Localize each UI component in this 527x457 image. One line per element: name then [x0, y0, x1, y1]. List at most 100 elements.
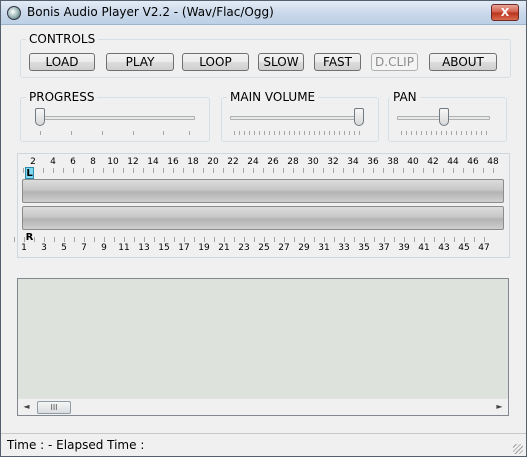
scale-tick	[273, 168, 274, 173]
scale-label: 32	[327, 157, 339, 167]
scale-label: 30	[307, 157, 319, 167]
dclip-button[interactable]: D.CLIP	[371, 53, 418, 71]
scale-label: 12	[127, 157, 139, 167]
horizontal-scrollbar[interactable]: ◄ III ►	[18, 398, 508, 415]
scale-tick	[413, 168, 414, 173]
scale-label: 19	[198, 243, 210, 253]
scale-tick	[64, 237, 65, 242]
pan-slider-thumb[interactable]	[439, 108, 449, 126]
slider-tick	[249, 131, 250, 135]
scale-tick	[253, 168, 254, 173]
slider-tick	[264, 131, 265, 135]
scale-tick	[23, 168, 24, 173]
scale-tick	[394, 237, 395, 242]
scale-tick	[264, 237, 265, 242]
close-button[interactable]: X	[491, 4, 519, 21]
scale-tick	[293, 168, 294, 173]
scale-tick	[124, 237, 125, 242]
scale-label: 1	[21, 243, 27, 253]
volume-group: MAIN VOLUME	[221, 90, 379, 142]
slider-tick	[334, 131, 335, 135]
scale-tick	[403, 168, 404, 173]
scale-label: 43	[438, 243, 450, 253]
scale-tick	[34, 237, 35, 242]
volume-slider-thumb[interactable]	[354, 108, 364, 126]
progress-tick	[133, 131, 134, 135]
scale-label: 36	[367, 157, 379, 167]
scale-tick	[123, 168, 124, 173]
progress-slider[interactable]	[35, 108, 197, 138]
slider-tick	[339, 131, 340, 135]
scale-tick	[94, 237, 95, 242]
play-button[interactable]: PLAY	[106, 53, 174, 71]
slider-tick	[329, 131, 330, 135]
load-button[interactable]: LOAD	[29, 53, 95, 71]
bottom-scale: 1 3 5 7 9 11 13 15 17 19 21 23 25 27 29 31 33 35 37 39 41 43 4…	[14, 237, 506, 255]
slider-tick	[239, 131, 240, 135]
progress-label: PROGRESS	[26, 90, 98, 104]
loop-button[interactable]: LOOP	[182, 53, 249, 71]
scale-tick	[374, 237, 375, 242]
scale-tick	[404, 237, 405, 242]
playlist-box[interactable]: ◄ III ►	[17, 278, 509, 416]
scroll-right-arrow-icon[interactable]: ►	[491, 399, 508, 415]
scale-tick	[224, 237, 225, 242]
scale-tick	[234, 237, 235, 242]
slider-tick	[441, 131, 442, 135]
scale-tick	[483, 168, 484, 173]
volume-slider[interactable]	[230, 108, 366, 138]
slow-button[interactable]: SLOW	[258, 53, 304, 71]
slider-tick	[354, 131, 355, 135]
scale-label: 33	[338, 243, 350, 253]
scale-tick	[44, 237, 45, 242]
scroll-left-arrow-icon[interactable]: ◄	[18, 399, 35, 415]
scale-tick	[43, 168, 44, 173]
pan-slider[interactable]	[397, 108, 492, 138]
scale-tick	[393, 168, 394, 173]
controls-group: CONTROLS LOAD PLAY LOOP SLOW FAST D.CLIP…	[20, 32, 511, 78]
scale-tick	[194, 237, 195, 242]
slider-tick	[284, 131, 285, 135]
scale-label: 25	[258, 243, 270, 253]
scale-label: 29	[298, 243, 310, 253]
scale-label: 26	[267, 157, 279, 167]
scale-label: 8	[90, 157, 96, 167]
about-button[interactable]: ABOUT	[429, 53, 497, 71]
scale-label: 27	[278, 243, 290, 253]
scale-label: 21	[218, 243, 230, 253]
progress-tick	[40, 131, 41, 135]
slider-tick	[319, 131, 320, 135]
scale-tick	[223, 168, 224, 173]
slider-tick	[451, 131, 452, 135]
scale-tick	[354, 237, 355, 242]
scale-label: 10	[107, 157, 119, 167]
scale-tick	[284, 237, 285, 242]
progress-slider-thumb[interactable]	[35, 108, 45, 126]
title-bar[interactable]: Bonis Audio Player V2.2 - (Wav/Flac/Ogg)…	[1, 1, 526, 25]
slider-tick	[299, 131, 300, 135]
scale-tick	[54, 237, 55, 242]
scale-tick	[344, 237, 345, 242]
scroll-thumb[interactable]: III	[37, 401, 71, 414]
scale-tick	[384, 237, 385, 242]
resize-grip-icon[interactable]	[513, 444, 523, 454]
scale-label: 24	[247, 157, 259, 167]
scale-tick	[463, 168, 464, 173]
scale-tick	[423, 168, 424, 173]
slider-tick	[431, 131, 432, 135]
fast-button[interactable]: FAST	[314, 53, 361, 71]
scale-label: 6	[70, 157, 76, 167]
scale-label: 48	[487, 157, 499, 167]
scale-tick	[93, 168, 94, 173]
scale-label: 44	[447, 157, 459, 167]
left-channel-label: L	[25, 167, 34, 179]
scale-label: 3	[41, 243, 47, 253]
scale-tick	[424, 237, 425, 242]
slider-tick	[466, 131, 467, 135]
scale-tick	[183, 168, 184, 173]
pan-label: PAN	[390, 90, 420, 104]
scale-label: 14	[147, 157, 159, 167]
scale-label: 7	[81, 243, 87, 253]
scale-tick	[184, 237, 185, 242]
scale-tick	[213, 168, 214, 173]
